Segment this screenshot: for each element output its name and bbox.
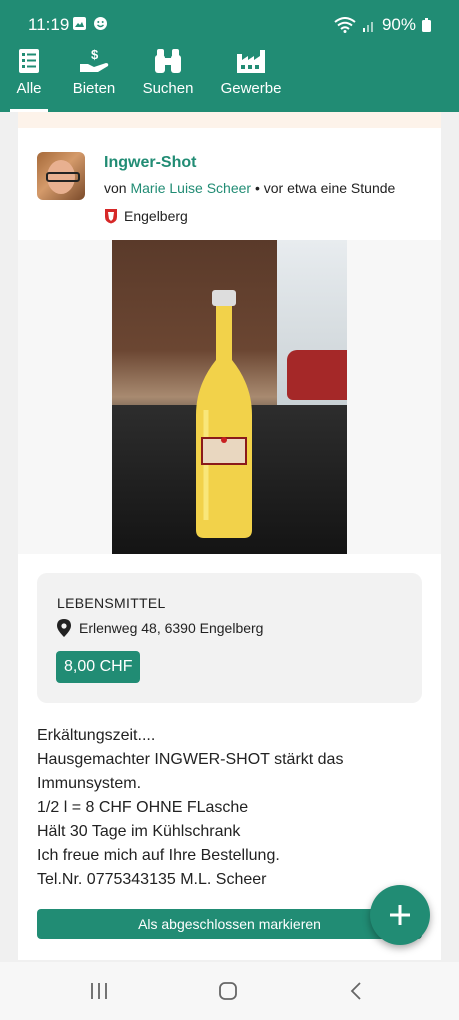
mark-completed-button[interactable]: Als abgeschlossen markieren: [37, 909, 422, 939]
post-location: Engelberg: [104, 208, 188, 224]
map-pin-icon: [57, 619, 71, 637]
recents-icon: [91, 983, 107, 999]
description-line: 1/2 l = 8 CHF OHNE FLasche: [37, 799, 249, 816]
location-name: Engelberg: [124, 208, 188, 224]
description-line: Hausgemachter INGWER-SHOT stärkt das: [37, 751, 344, 768]
tab-bieten[interactable]: $ Bieten: [68, 46, 120, 112]
svg-text:$: $: [91, 48, 99, 62]
factory-icon: [237, 50, 265, 73]
battery-icon: [422, 18, 431, 32]
list-icon: [19, 49, 39, 73]
card-top-strip: [18, 112, 441, 128]
post-card: Ingwer-Shot von Marie Luise Scheer • vor…: [18, 112, 441, 960]
wifi-icon: [334, 17, 356, 33]
author-link[interactable]: Marie Luise Scheer: [130, 180, 251, 196]
description-line: Hält 30 Tage im Kühlschrank: [37, 823, 241, 840]
avatar[interactable]: [37, 152, 85, 200]
post-time: • vor etwa eine Stunde: [251, 180, 396, 196]
category-label: LEBENSMITTEL: [57, 595, 166, 611]
back-button[interactable]: [337, 976, 377, 1006]
description-line: Ich freue mich auf Ihre Bestellung.: [37, 847, 280, 864]
price-badge: 8,00 CHF: [56, 651, 141, 683]
main-tabs: Alle $ Bieten Suchen Gewerbe: [0, 46, 459, 112]
battery-percent: 90%: [381, 15, 416, 34]
app-header: 11:19 90% Alle $ Bieten Suchen Gewerbe: [0, 0, 459, 112]
smiley-icon: [94, 17, 107, 30]
info-box: LEBENSMITTEL Erlenweg 48, 6390 Engelberg…: [37, 573, 422, 703]
description-line: Erkältungszeit....: [37, 727, 156, 744]
tab-gewerbe[interactable]: Gewerbe: [218, 46, 284, 112]
by-label: von: [104, 180, 127, 196]
binoculars-icon: [155, 49, 181, 73]
signal-icon: [362, 22, 373, 32]
image-icon: [73, 17, 86, 30]
status-time: 11:19: [28, 15, 70, 34]
system-nav-bar: [0, 962, 459, 1020]
add-button[interactable]: [370, 885, 430, 945]
description-line: Tel.Nr. 0775343135 M.L. Scheer: [37, 871, 267, 888]
description-line: Immunsystem.: [37, 775, 142, 792]
address: Erlenweg 48, 6390 Engelberg: [57, 619, 263, 637]
coat-of-arms-icon: [105, 209, 117, 224]
post-title[interactable]: Ingwer-Shot: [104, 154, 196, 172]
recent-apps-button[interactable]: [79, 976, 119, 1006]
status-notification-icons: [72, 16, 108, 31]
plus-icon: [390, 905, 410, 925]
photo-area: [18, 240, 441, 554]
product-photo[interactable]: [112, 240, 347, 554]
address-text: Erlenweg 48, 6390 Engelberg: [79, 620, 264, 636]
tab-alle[interactable]: Alle: [10, 46, 48, 112]
tab-suchen[interactable]: Suchen: [140, 46, 196, 112]
home-icon: [219, 982, 237, 1000]
hand-money-icon: $: [80, 48, 109, 72]
post-description: Erkältungszeit.... Hausgemachter INGWER-…: [37, 724, 427, 892]
post-meta: von Marie Luise Scheer • vor etwa eine S…: [104, 180, 395, 196]
status-bar: 11:19 90%: [0, 0, 459, 48]
home-button[interactable]: [208, 976, 248, 1006]
back-icon: [350, 982, 361, 1000]
bottle-illustration: [196, 290, 252, 538]
status-right: 90%: [334, 15, 431, 35]
